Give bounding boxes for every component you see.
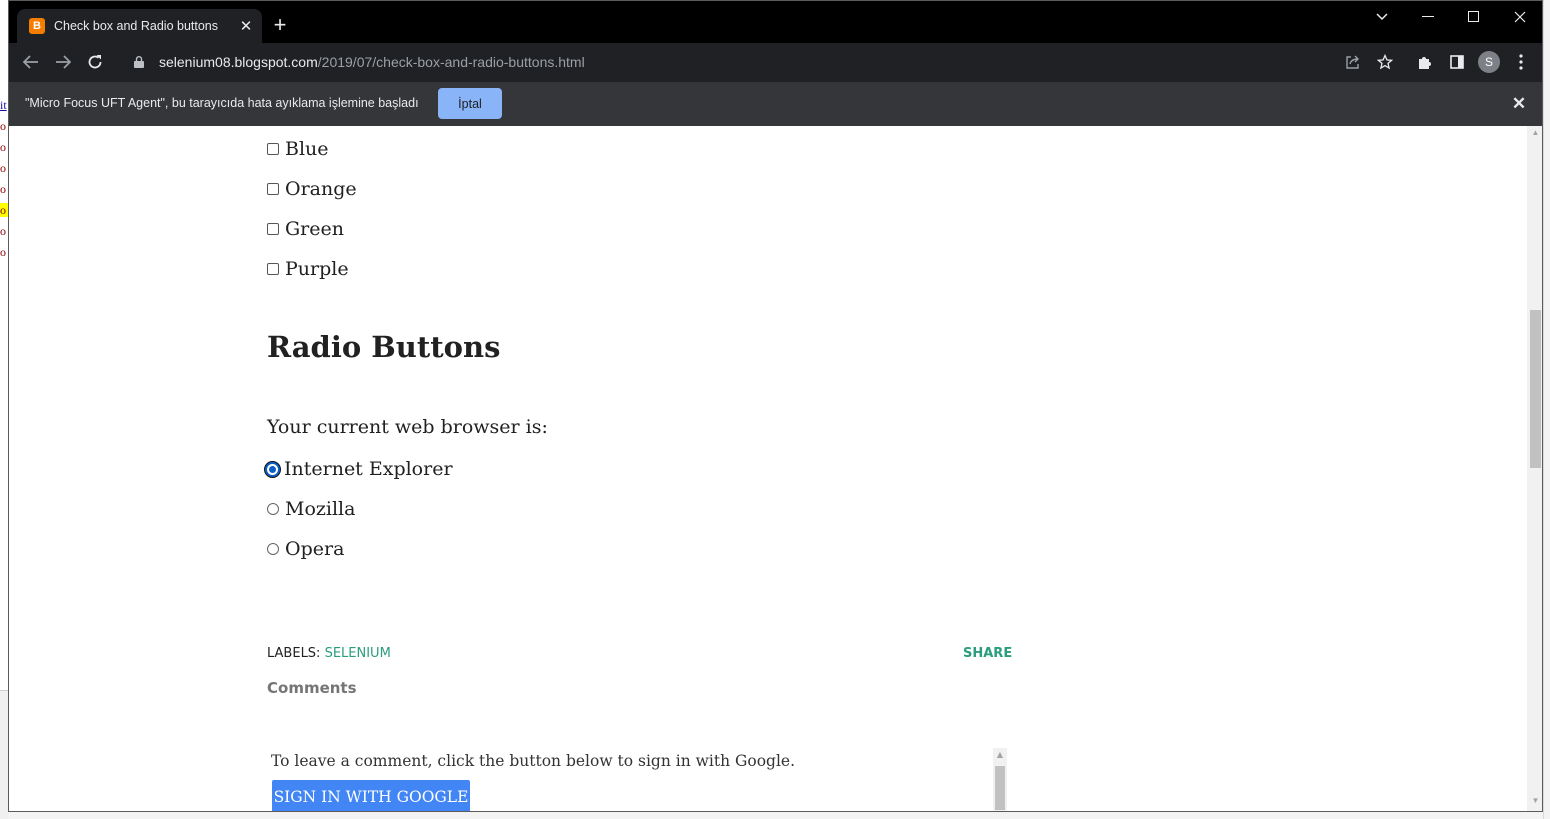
title-bar: B Check box and Radio buttons ✕ + bbox=[9, 1, 1542, 43]
background-window-text: o bbox=[0, 119, 6, 133]
sign-in-with-google-button[interactable]: SIGN IN WITH GOOGLE bbox=[272, 780, 470, 811]
labels-prefix: LABELS: bbox=[267, 646, 325, 661]
bookmark-star-icon[interactable] bbox=[1373, 50, 1397, 74]
url-text: selenium08.blogspot.com/2019/07/check-bo… bbox=[159, 54, 585, 70]
share-page-icon[interactable] bbox=[1341, 50, 1365, 74]
scroll-down-arrow-icon[interactable]: ▼ bbox=[1527, 796, 1542, 810]
back-arrow-icon[interactable] bbox=[19, 50, 43, 74]
active-tab[interactable]: B Check box and Radio buttons ✕ bbox=[17, 9, 262, 43]
comment-form-frame: To leave a comment, click the button bel… bbox=[267, 746, 1009, 811]
radio-label: Internet Explorer bbox=[284, 458, 453, 480]
extensions-puzzle-icon[interactable] bbox=[1413, 50, 1437, 74]
checkbox-label: Green bbox=[285, 218, 344, 240]
radio-label: Opera bbox=[285, 538, 345, 560]
cancel-debugging-button[interactable]: İptal bbox=[438, 88, 502, 119]
maximize-button[interactable] bbox=[1451, 5, 1497, 29]
share-button[interactable]: SHARE bbox=[963, 646, 1012, 661]
page-content: Blue Orange Green Purple Radio Buttons Y… bbox=[9, 126, 1527, 811]
blogger-favicon-icon: B bbox=[29, 18, 45, 34]
infobar-message: "Micro Focus UFT Agent", bu tarayıcıda h… bbox=[25, 96, 419, 110]
radio-label: Mozilla bbox=[285, 498, 356, 520]
checkbox-box[interactable] bbox=[267, 183, 279, 195]
page-scrollbar[interactable]: ▲ ▼ bbox=[1527, 126, 1542, 811]
background-window-text: o bbox=[0, 182, 6, 196]
background-window-text: o bbox=[0, 161, 6, 175]
url-path: /2019/07/check-box-and-radio-buttons.htm… bbox=[317, 54, 585, 70]
scroll-up-arrow-icon[interactable]: ▲ bbox=[993, 748, 1007, 762]
radio-mozilla[interactable]: Mozilla bbox=[267, 496, 355, 522]
side-panel-icon[interactable] bbox=[1445, 50, 1469, 74]
comments-heading: Comments bbox=[267, 679, 357, 697]
infobar-close-icon[interactable]: ✕ bbox=[1509, 94, 1529, 114]
background-window-text: o bbox=[0, 224, 6, 238]
comment-frame-scrollbar[interactable]: ▲ bbox=[993, 748, 1007, 811]
background-window-edge bbox=[8, 812, 1543, 819]
background-window-text: o bbox=[0, 245, 6, 259]
checkbox-blue[interactable]: Blue bbox=[267, 136, 329, 162]
background-window-text: o bbox=[0, 203, 8, 217]
forward-arrow-icon[interactable] bbox=[51, 50, 75, 74]
radio-button-selected[interactable] bbox=[265, 461, 280, 477]
address-bar[interactable]: selenium08.blogspot.com/2019/07/check-bo… bbox=[119, 47, 1417, 77]
minimize-button[interactable] bbox=[1405, 5, 1451, 29]
checkbox-green[interactable]: Green bbox=[267, 216, 344, 242]
tab-search-chevron-icon[interactable] bbox=[1359, 5, 1405, 29]
radio-buttons-heading: Radio Buttons bbox=[267, 330, 501, 364]
url-host: selenium08.blogspot.com bbox=[159, 54, 318, 70]
checkbox-box[interactable] bbox=[267, 223, 279, 235]
post-labels: LABELS: SELENIUM bbox=[267, 646, 391, 661]
background-window-text: o bbox=[0, 140, 6, 154]
profile-avatar[interactable]: S bbox=[1478, 51, 1500, 73]
lock-icon[interactable] bbox=[132, 55, 146, 69]
checkbox-label: Orange bbox=[285, 178, 357, 200]
checkbox-box[interactable] bbox=[267, 263, 279, 275]
checkbox-box[interactable] bbox=[267, 143, 279, 155]
close-window-button[interactable] bbox=[1497, 5, 1542, 29]
radio-opera[interactable]: Opera bbox=[267, 536, 344, 562]
scrollbar-thumb[interactable] bbox=[995, 766, 1005, 810]
checkbox-label: Blue bbox=[285, 138, 329, 160]
checkbox-purple[interactable]: Purple bbox=[267, 256, 349, 282]
tab-title: Check box and Radio buttons bbox=[54, 19, 218, 33]
browser-question-text: Your current web browser is: bbox=[267, 416, 548, 438]
label-link-selenium[interactable]: SELENIUM bbox=[325, 646, 391, 661]
new-tab-button[interactable]: + bbox=[269, 14, 291, 37]
scrollbar-thumb[interactable] bbox=[1530, 310, 1541, 468]
browser-menu-icon[interactable] bbox=[1509, 50, 1533, 74]
browser-toolbar: selenium08.blogspot.com/2019/07/check-bo… bbox=[9, 43, 1542, 81]
reload-icon[interactable] bbox=[83, 50, 107, 74]
checkbox-label: Purple bbox=[285, 258, 349, 280]
radio-internet-explorer[interactable]: Internet Explorer bbox=[265, 456, 453, 482]
radio-button[interactable] bbox=[267, 503, 279, 515]
background-window-text: it bbox=[0, 98, 7, 112]
debugging-infobar: "Micro Focus UFT Agent", bu tarayıcıda h… bbox=[9, 81, 1542, 126]
radio-button[interactable] bbox=[267, 543, 279, 555]
background-window-edge bbox=[1543, 0, 1550, 819]
comment-instruction: To leave a comment, click the button bel… bbox=[271, 752, 796, 770]
checkbox-orange[interactable]: Orange bbox=[267, 176, 357, 202]
scroll-up-arrow-icon[interactable]: ▲ bbox=[1527, 128, 1542, 142]
background-window-panel bbox=[0, 690, 8, 819]
tab-close-icon[interactable]: ✕ bbox=[237, 17, 255, 35]
browser-window: B Check box and Radio buttons ✕ + seleni… bbox=[8, 0, 1543, 812]
